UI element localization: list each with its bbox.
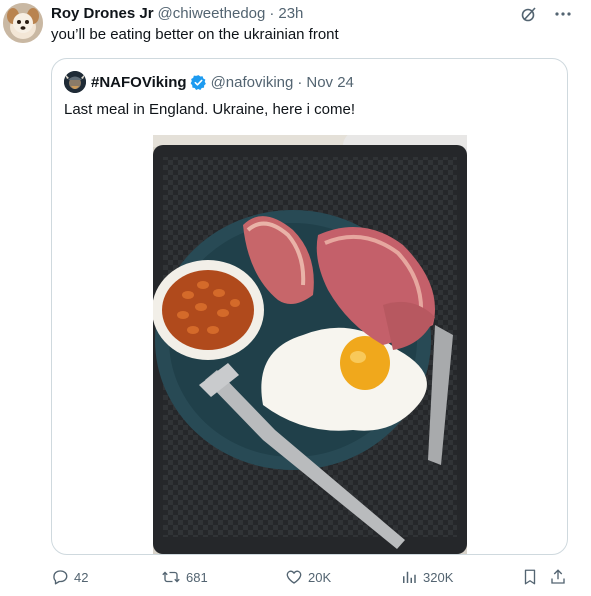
views-button[interactable]: 320K: [400, 566, 453, 588]
share-icon: [551, 569, 565, 584]
more-icon[interactable]: [553, 4, 573, 24]
quote-date[interactable]: Nov 24: [306, 74, 354, 91]
like-icon: [286, 570, 302, 584]
timestamp[interactable]: 23h: [278, 5, 303, 22]
bookmark-icon: [524, 569, 536, 585]
quoted-tweet[interactable]: #NAFOViking @nafoviking · Nov 24 Last me…: [51, 58, 568, 555]
quote-header: #NAFOViking @nafoviking · Nov 24: [64, 71, 354, 93]
like-count: 20K: [308, 569, 332, 585]
author-handle[interactable]: @chiweethedog: [158, 5, 266, 22]
bookmark-button[interactable]: [521, 566, 539, 588]
like-button[interactable]: 20K: [285, 566, 331, 588]
meal-photo[interactable]: [153, 135, 467, 554]
tweet-text: you’ll be eating better on the ukrainian…: [51, 26, 339, 43]
views-icon: [403, 571, 416, 583]
quote-avatar[interactable]: [64, 71, 86, 93]
repost-button[interactable]: 681: [161, 566, 208, 588]
tweet[interactable]: Roy Drones Jr @chiweethedog · 23h you’ll…: [0, 0, 591, 596]
dog-avatar-image: [3, 3, 43, 43]
views-count: 320K: [423, 569, 454, 585]
separator-dot: ·: [269, 4, 275, 22]
tweet-top-icons: [519, 4, 573, 24]
separator-dot: ·: [297, 73, 303, 91]
viking-avatar-image: [64, 71, 86, 93]
reply-button[interactable]: 42: [51, 566, 88, 588]
quote-author-handle[interactable]: @nafoviking: [211, 74, 294, 91]
repost-count: 681: [186, 569, 208, 585]
share-button[interactable]: [549, 566, 567, 588]
quote-author-name[interactable]: #NAFOViking: [91, 74, 187, 91]
tweet-header: Roy Drones Jr @chiweethedog · 23h: [51, 4, 303, 22]
action-bar: 42 681 20K 320K: [51, 566, 571, 588]
reply-icon: [53, 570, 68, 585]
author-name[interactable]: Roy Drones Jr: [51, 5, 154, 22]
repost-icon: [162, 571, 180, 583]
verified-badge-icon: [190, 74, 207, 91]
reply-count: 42: [74, 569, 89, 585]
grok-icon[interactable]: [519, 4, 539, 24]
avatar[interactable]: [3, 3, 43, 43]
quote-text: Last meal in England. Ukraine, here i co…: [64, 101, 355, 118]
breakfast-tray-image: [153, 135, 467, 554]
